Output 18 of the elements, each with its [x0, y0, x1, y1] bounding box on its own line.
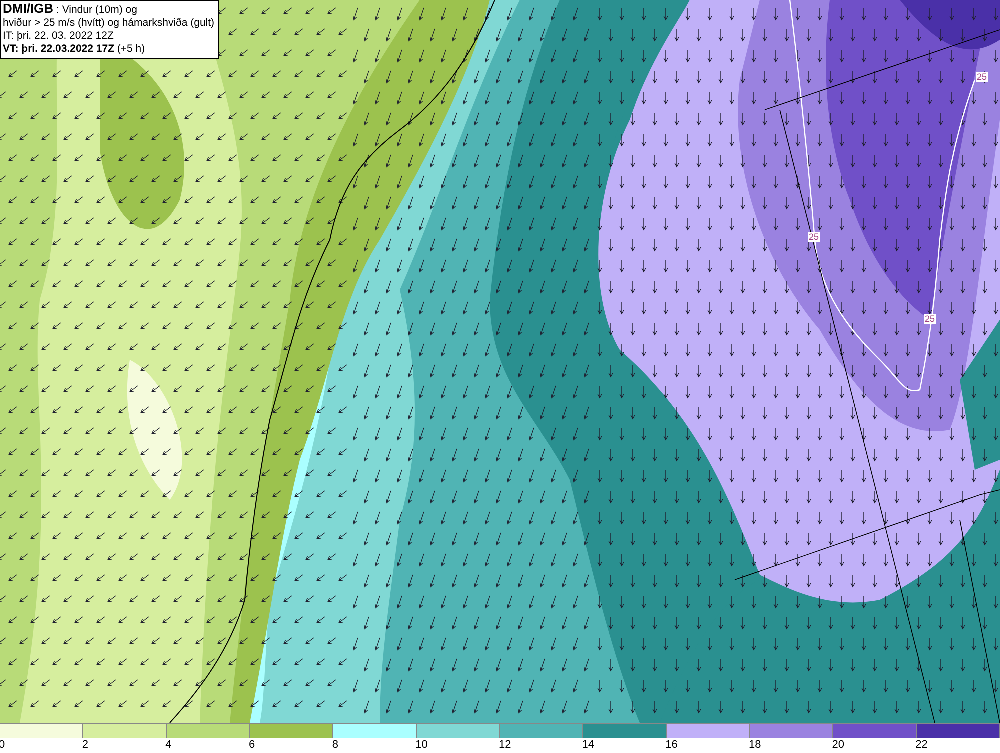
- legend-label: 22: [916, 739, 928, 751]
- legend-label: 18: [748, 739, 762, 751]
- legend-label: 4: [166, 739, 172, 751]
- contour-label: 25: [808, 232, 820, 242]
- legend-label: 20: [832, 739, 845, 751]
- legend-label: 10: [416, 739, 428, 751]
- legend-label: 8: [332, 739, 338, 751]
- title-line: hviður > 25 m/s (hvítt) og hámarkshviða (gult): [3, 17, 215, 29]
- contour-label: 25: [976, 72, 988, 82]
- legend-label: 16: [666, 739, 678, 751]
- legend-label: 14: [582, 739, 595, 751]
- legend-label: 2: [82, 739, 88, 751]
- title-line: IT: þri. 22. 03. 2022 12Z: [3, 30, 114, 42]
- title-line: DMI/IGB : Vindur (10m) og: [3, 4, 138, 16]
- title-line: VT: þri. 22.03.2022 17Z (+5 h): [3, 43, 146, 55]
- legend-label: 12: [498, 739, 512, 751]
- legend-label: 6: [248, 739, 256, 751]
- contour-label: 25: [924, 314, 936, 324]
